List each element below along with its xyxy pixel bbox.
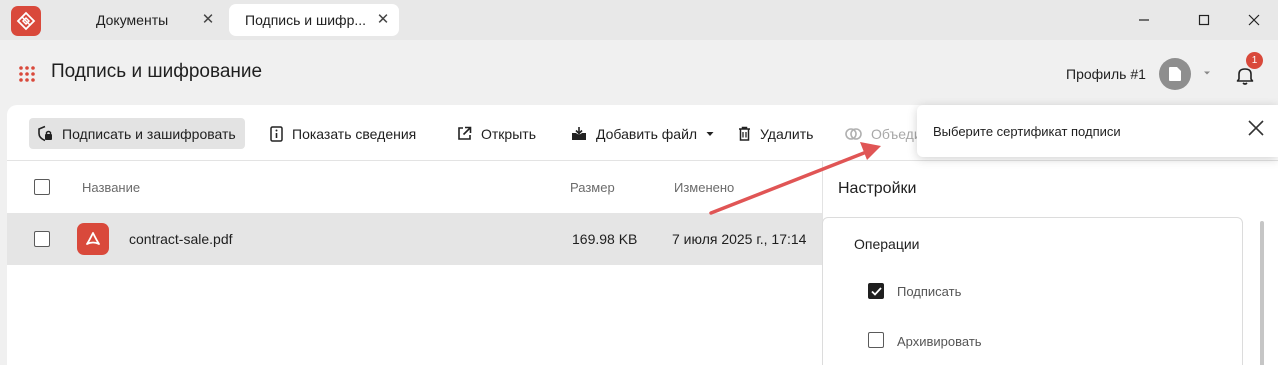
close-icon[interactable] bbox=[1246, 118, 1266, 138]
tooltip-text: Выберите сертификат подписи bbox=[933, 124, 1121, 139]
option-sign-label: Подписать bbox=[897, 284, 962, 299]
settings-scrollbar[interactable] bbox=[1260, 221, 1264, 365]
merge-circles-icon bbox=[845, 127, 862, 140]
tab-documents[interactable]: Документы ✕ bbox=[56, 4, 224, 36]
tab-sign-encrypt[interactable]: Подпись и шифр... ✕ bbox=[229, 4, 399, 36]
column-header-size[interactable]: Размер bbox=[570, 180, 615, 195]
operations-title: Операции bbox=[854, 236, 920, 252]
tab-label: Документы bbox=[96, 12, 169, 28]
show-info-button[interactable]: Показать сведения bbox=[270, 118, 416, 149]
window-close-button[interactable] bbox=[1242, 8, 1266, 32]
title-bar: Документы ✕ Подпись и шифр... ✕ bbox=[0, 0, 1278, 40]
close-icon[interactable]: ✕ bbox=[200, 12, 216, 28]
sign-encrypt-button[interactable]: Подписать и зашифровать bbox=[29, 118, 245, 149]
app-header: Подпись и шифрование Профиль #1 1 bbox=[0, 40, 1278, 105]
row-checkbox[interactable] bbox=[34, 231, 50, 247]
merge-button[interactable]: Объеди bbox=[845, 118, 922, 149]
column-header-name[interactable]: Название bbox=[82, 180, 140, 195]
trash-icon bbox=[739, 126, 750, 141]
option-archive-label: Архивировать bbox=[897, 334, 982, 349]
add-file-label: Добавить файл bbox=[596, 125, 698, 142]
document-icon bbox=[1169, 67, 1181, 81]
sign-checkbox[interactable] bbox=[868, 283, 884, 299]
download-tray-icon bbox=[572, 127, 586, 140]
page-title: Подпись и шифрование bbox=[51, 61, 263, 82]
add-file-button[interactable]: Добавить файл bbox=[571, 118, 715, 149]
delete-label: Удалить bbox=[760, 125, 814, 142]
chevron-down-icon[interactable] bbox=[1202, 68, 1212, 78]
settings-title: Настройки bbox=[838, 180, 917, 197]
close-icon[interactable]: ✕ bbox=[375, 12, 391, 28]
delete-button[interactable]: Удалить bbox=[738, 118, 813, 149]
file-name: contract-sale.pdf bbox=[129, 231, 233, 247]
open-button[interactable]: Открыть bbox=[457, 118, 536, 149]
tab-label: Подпись и шифр... bbox=[245, 12, 367, 28]
archive-checkbox[interactable] bbox=[868, 332, 884, 348]
avatar[interactable] bbox=[1159, 58, 1191, 90]
file-size: 169.98 KB bbox=[572, 231, 638, 247]
file-modified: 7 июля 2025 г., 17:14 bbox=[672, 231, 807, 247]
minimize-button[interactable] bbox=[1132, 8, 1156, 32]
app-logo-icon bbox=[11, 6, 41, 36]
info-document-icon bbox=[270, 125, 283, 142]
table-row[interactable]: contract-sale.pdf 169.98 KB 7 июля 2025 … bbox=[7, 213, 822, 265]
apps-grid-icon[interactable] bbox=[18, 65, 36, 83]
pdf-file-icon bbox=[77, 223, 109, 255]
sign-encrypt-label: Подписать и зашифровать bbox=[62, 125, 236, 142]
profile-label[interactable]: Профиль #1 bbox=[1066, 66, 1146, 82]
external-link-icon bbox=[458, 126, 472, 140]
chevron-down-icon bbox=[706, 131, 714, 136]
certificate-tooltip: Выберите сертификат подписи bbox=[917, 105, 1278, 157]
column-header-modified[interactable]: Изменено bbox=[674, 180, 734, 195]
sign-encrypt-icon bbox=[38, 125, 52, 142]
table-header: Название Размер Изменено bbox=[7, 161, 822, 213]
show-info-label: Показать сведения bbox=[292, 125, 417, 142]
maximize-button[interactable] bbox=[1192, 8, 1216, 32]
open-label: Открыть bbox=[481, 125, 536, 142]
notification-badge: 1 bbox=[1246, 52, 1263, 69]
merge-label: Объеди bbox=[871, 125, 922, 142]
select-all-checkbox[interactable] bbox=[34, 179, 50, 195]
check-icon bbox=[870, 286, 882, 296]
